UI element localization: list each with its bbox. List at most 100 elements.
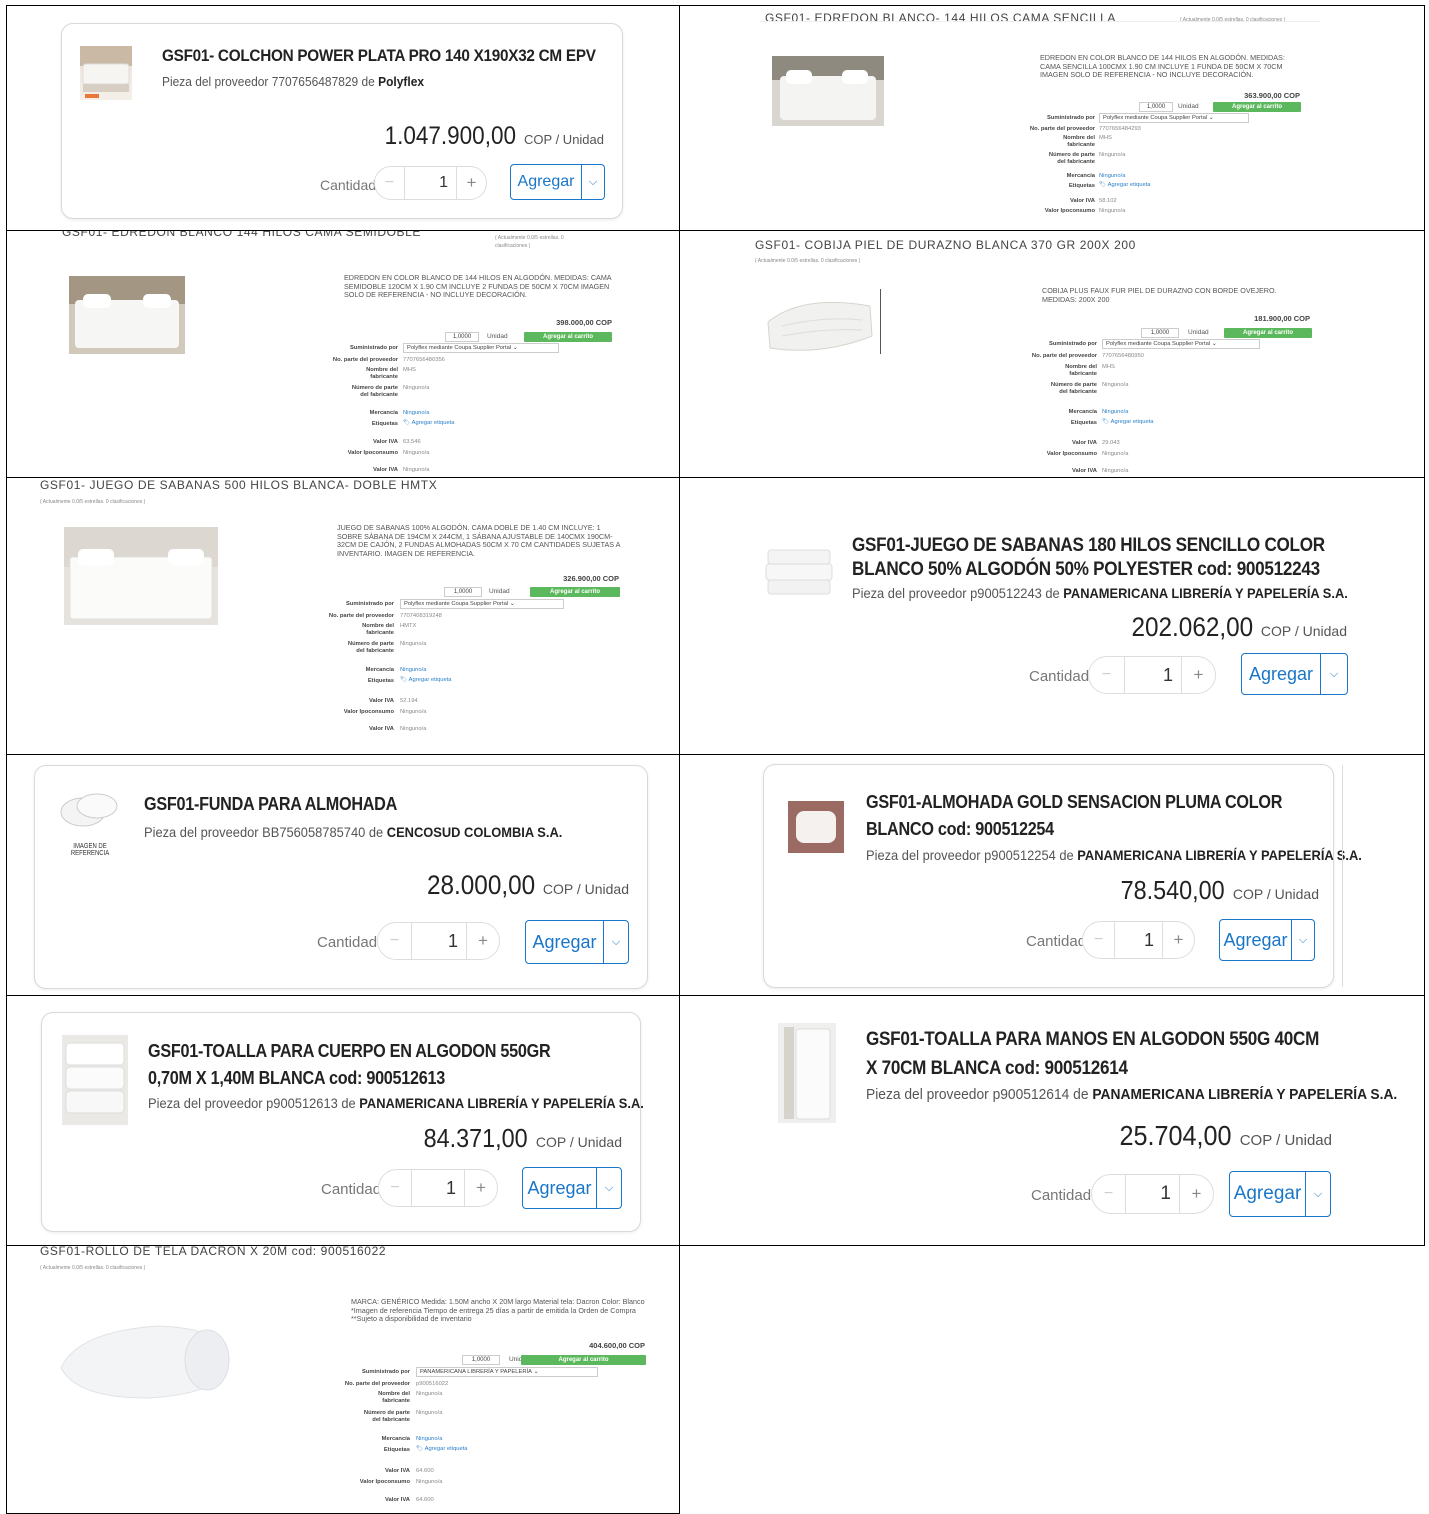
quantity-input[interactable]: 1,0000 bbox=[445, 332, 479, 342]
decrement-button[interactable]: − bbox=[1089, 657, 1125, 693]
quantity-input[interactable]: 1,0000 bbox=[1139, 102, 1173, 112]
quantity-input[interactable]: 1 bbox=[1126, 1175, 1179, 1213]
chevron-down-icon[interactable]: ⌵ bbox=[1292, 920, 1314, 960]
supplied-by-label: Suministrado por bbox=[346, 601, 394, 607]
quantity-input[interactable]: 1 bbox=[412, 1170, 464, 1206]
add-tag-link[interactable]: 🏷 Agregar etiqueta bbox=[416, 1446, 468, 1452]
add-to-cart-button[interactable]: Agregar al carrito bbox=[524, 332, 612, 342]
merchandise-link[interactable]: Ninguno/a bbox=[400, 667, 426, 673]
add-to-cart-button[interactable]: Agregar al carrito bbox=[1224, 328, 1312, 338]
merchandise-link[interactable]: Ninguno/a bbox=[1102, 409, 1128, 415]
product-image[interactable] bbox=[762, 286, 878, 354]
increment-button[interactable]: + bbox=[1181, 657, 1215, 693]
supplier-name[interactable]: CENCOSUD COLOMBIA S.A. bbox=[387, 824, 563, 840]
product-image[interactable] bbox=[772, 56, 884, 126]
add-button[interactable]: Agregar bbox=[526, 921, 604, 963]
increment-button[interactable]: + bbox=[464, 1170, 497, 1206]
product-image[interactable] bbox=[80, 46, 132, 100]
product-image[interactable] bbox=[788, 801, 844, 853]
product-description: COBIJA PLUS FAUX FUR PIEL DE DURAZNO CON… bbox=[1042, 286, 1277, 304]
part-no-label: No. parte del proveedor bbox=[1029, 126, 1095, 132]
product-title[interactable]: GSF01-TOALLA PARA CUERPO EN ALGODON 550G… bbox=[148, 1038, 580, 1092]
decrement-button[interactable]: − bbox=[375, 167, 405, 199]
add-to-cart-button[interactable]: Agregar al carrito bbox=[521, 1355, 646, 1365]
price: 84.371,00 COP / Unidad bbox=[412, 1123, 622, 1154]
product-image[interactable] bbox=[69, 276, 185, 354]
add-button[interactable]: Agregar bbox=[511, 165, 582, 199]
decrement-button[interactable]: − bbox=[1083, 922, 1115, 958]
product-title[interactable]: GSF01- JUEGO DE SABANAS 500 HILOS BLANCA… bbox=[40, 478, 437, 492]
merchandise-link[interactable]: Ninguno/a bbox=[403, 410, 429, 416]
product-title[interactable]: GSF01-JUEGO DE SABANAS 180 HILOS SENCILL… bbox=[852, 534, 1338, 582]
chevron-down-icon[interactable]: ⌵ bbox=[582, 165, 604, 199]
add-to-cart-button[interactable]: Agregar al carrito bbox=[530, 587, 620, 597]
unit-label: Unidad bbox=[489, 588, 510, 595]
supplier-name[interactable]: PANAMERICANA LIBRERÍA Y PAPELERÍA S.A. bbox=[1092, 1086, 1397, 1103]
chevron-down-icon[interactable]: ⌵ bbox=[1321, 654, 1347, 694]
product-title[interactable]: GSF01- EDREDON BLANCO 144 HILOS CAMA SEM… bbox=[62, 231, 421, 239]
iva-label: Valor IVA bbox=[1069, 198, 1095, 204]
supplier-name[interactable]: PANAMERICANA LIBRERÍA Y PAPELERÍA S.A. bbox=[1063, 585, 1348, 601]
add-tag-link[interactable]: 🏷 Agregar etiqueta bbox=[403, 420, 455, 426]
product-title[interactable]: GSF01-TOALLA PARA MANOS EN ALGODON 550G … bbox=[866, 1025, 1334, 1083]
product-image[interactable] bbox=[764, 540, 834, 606]
chevron-down-icon[interactable]: ⌵ bbox=[597, 1168, 621, 1208]
supplier-name[interactable]: Polyflex bbox=[378, 74, 424, 89]
quantity-input[interactable]: 1,0000 bbox=[462, 1355, 500, 1365]
add-tag-link[interactable]: 🏷 Agregar etiqueta bbox=[1099, 182, 1151, 188]
product-image[interactable] bbox=[778, 1023, 836, 1123]
quantity-input[interactable]: 1 bbox=[412, 923, 466, 959]
increment-button[interactable]: + bbox=[456, 167, 486, 199]
supplier-select[interactable]: Polyflex mediante Coupa Supplier Portal … bbox=[1102, 339, 1260, 349]
add-button[interactable]: Agregar bbox=[523, 1168, 597, 1208]
merchandise-link[interactable]: Ninguno/a bbox=[1099, 173, 1125, 179]
supplied-by-label: Suministrado por bbox=[350, 345, 398, 351]
supplier-select[interactable]: PANAMERICANA LIBRERÍA Y PAPELERÍA ⌄ bbox=[416, 1367, 598, 1377]
product-title[interactable]: GSF01- COLCHON POWER PLATA PRO 140 X190X… bbox=[162, 44, 612, 68]
product-title[interactable]: GSF01-FUNDA PARA ALMOHADA bbox=[144, 792, 576, 816]
chevron-down-icon[interactable]: ⌵ bbox=[1306, 1172, 1330, 1216]
product-card: IMAGEN DE REFERENCIA GSF01-FUNDA PARA AL… bbox=[34, 765, 648, 989]
increment-button[interactable]: + bbox=[1179, 1175, 1213, 1213]
ipoconsumo-label: Valor Ipoconsumo bbox=[1046, 451, 1097, 457]
quantity-label: Cantidad bbox=[320, 177, 377, 193]
add-to-cart-button[interactable]: Agregar al carrito bbox=[1213, 102, 1301, 112]
product-image[interactable] bbox=[64, 527, 218, 625]
supplied-by-label: Suministrado por bbox=[1049, 341, 1097, 347]
add-button[interactable]: Agregar bbox=[1242, 654, 1321, 694]
product-card: GSF01- COLCHON POWER PLATA PRO 140 X190X… bbox=[61, 23, 623, 219]
supplier-select[interactable]: Polyflex mediante Coupa Supplier Portal … bbox=[403, 343, 559, 353]
product-image[interactable] bbox=[57, 1312, 233, 1402]
part-no-label: No. parte del proveedor bbox=[344, 1381, 410, 1387]
decrement-button[interactable]: − bbox=[378, 923, 412, 959]
decrement-button[interactable]: − bbox=[1092, 1175, 1126, 1213]
iva-value: 58.102 bbox=[1099, 198, 1117, 204]
supplier-select[interactable]: Polyflex mediante Coupa Supplier Portal … bbox=[400, 599, 564, 609]
quantity-input[interactable]: 1,0000 bbox=[444, 587, 482, 597]
quantity-input[interactable]: 1,0000 bbox=[1141, 328, 1179, 338]
supplier-name[interactable]: PANAMERICANA LIBRERÍA Y PAPELERÍA S.A. bbox=[1077, 847, 1362, 863]
increment-button[interactable]: + bbox=[1162, 922, 1194, 958]
chevron-down-icon[interactable]: ⌵ bbox=[604, 921, 628, 963]
supplier-select[interactable]: Polyflex mediante Coupa Supplier Portal … bbox=[1099, 113, 1249, 123]
add-button[interactable]: Agregar bbox=[1230, 1172, 1306, 1216]
product-image[interactable]: IMAGEN DE REFERENCIA bbox=[49, 786, 131, 858]
quantity-input[interactable]: 1 bbox=[1125, 657, 1181, 693]
decrement-button[interactable]: − bbox=[379, 1170, 412, 1206]
merchandise-link[interactable]: Ninguno/a bbox=[416, 1436, 442, 1442]
add-tag-link[interactable]: 🏷 Agregar etiqueta bbox=[1102, 419, 1154, 425]
product-title[interactable]: GSF01- COBIJA PIEL DE DURAZNO BLANCA 370… bbox=[755, 238, 1136, 252]
add-tag-link[interactable]: 🏷 Agregar etiqueta bbox=[400, 677, 452, 683]
product-title[interactable]: GSF01-ROLLO DE TELA DACRON X 20M cod: 90… bbox=[40, 1246, 386, 1258]
quantity-input[interactable]: 1 bbox=[405, 167, 456, 199]
product-title[interactable]: GSF01- EDREDON BLANCO- 144 HILOS CAMA SE… bbox=[765, 11, 1116, 25]
product-title[interactable]: GSF01-ALMOHADA GOLD SENSACION PLUMA COLO… bbox=[866, 789, 1298, 843]
divider bbox=[880, 289, 881, 354]
price-unit: COP / Unidad bbox=[1239, 1132, 1332, 1149]
add-button[interactable]: Agregar bbox=[1220, 920, 1292, 960]
iva-label: Valor IVA bbox=[368, 698, 394, 704]
quantity-input[interactable]: 1 bbox=[1115, 922, 1162, 958]
supplier-name[interactable]: PANAMERICANA LIBRERÍA Y PAPELERÍA S.A. bbox=[359, 1095, 644, 1111]
product-image[interactable] bbox=[62, 1035, 128, 1125]
increment-button[interactable]: + bbox=[466, 923, 499, 959]
